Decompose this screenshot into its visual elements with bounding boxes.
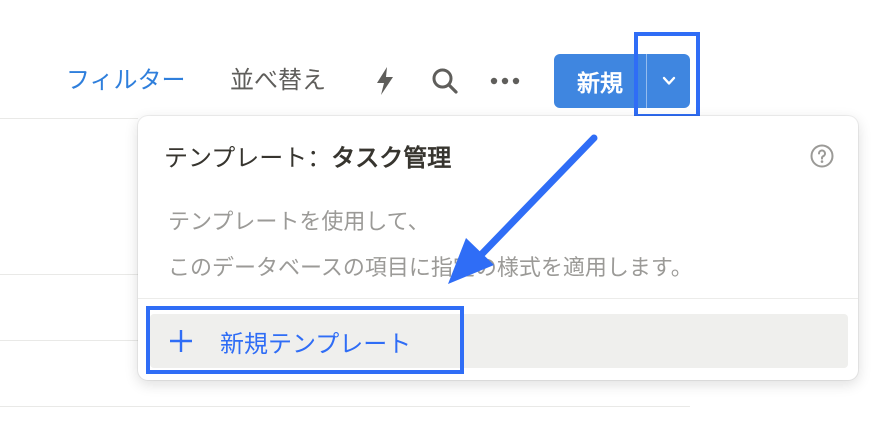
search-icon[interactable]: [430, 66, 460, 96]
more-horizontal-icon[interactable]: [490, 66, 520, 96]
lightning-icon[interactable]: [370, 66, 400, 96]
description-line-1: テンプレートを使用して、: [168, 210, 430, 235]
description-line-2: このデータベースの項目に指定の様式を適用します。: [168, 256, 693, 281]
filter-button[interactable]: フィルター: [66, 62, 186, 98]
dropdown-highlight-box: [634, 32, 700, 118]
popup-title-name: タスク管理: [331, 144, 452, 172]
help-circle-icon[interactable]: [810, 144, 834, 168]
sort-button[interactable]: 並べ替え: [230, 62, 326, 98]
table-row-divider: [0, 274, 138, 275]
popup-title: テンプレート：タスク管理: [164, 138, 451, 173]
new-button[interactable]: 新規: [554, 54, 646, 108]
new-template-highlight-box: [146, 306, 464, 374]
database-toolbar: フィルター 並べ替え 新規: [0, 52, 876, 108]
table-row-divider: [0, 118, 138, 119]
popup-title-prefix: テンプレート：: [164, 144, 332, 172]
popup-description: テンプレートを使用して、 このデータベースの項目に指定の様式を適用します。: [168, 200, 693, 292]
popup-divider: [138, 298, 858, 299]
table-row-divider: [0, 406, 690, 407]
table-row-divider: [0, 340, 138, 341]
